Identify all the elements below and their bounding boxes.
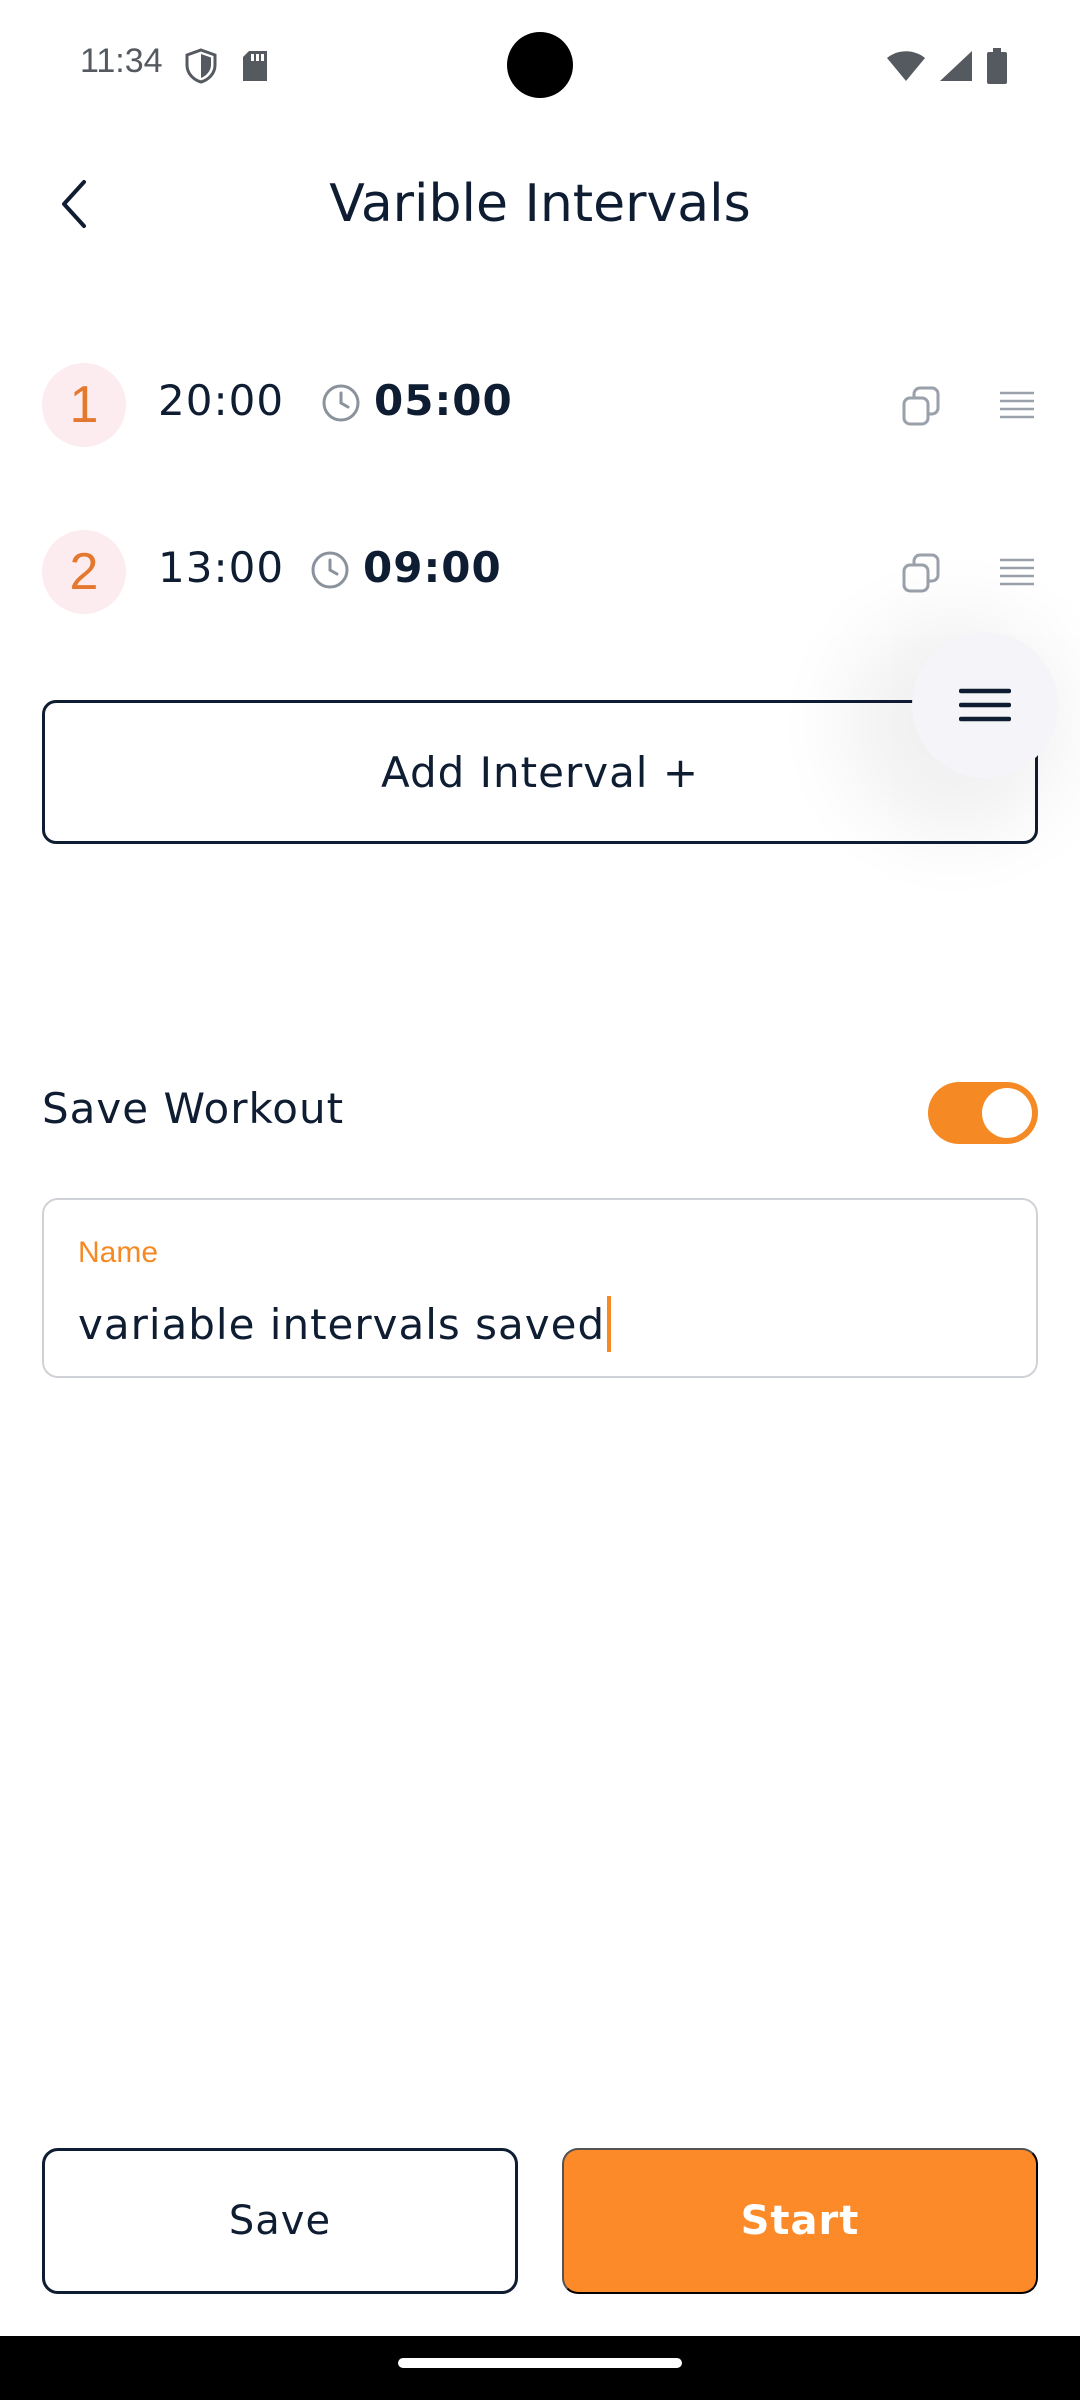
name-field-label: Name (78, 1236, 159, 1269)
status-time: 11:34 (80, 42, 163, 80)
clock-icon (322, 384, 360, 422)
menu-icon (959, 688, 1011, 722)
shield-icon (185, 48, 217, 84)
signal-icon (940, 51, 972, 81)
app-bar: Varible Intervals (0, 150, 1080, 260)
interval-row[interactable]: 2 13:00 09:00 (0, 517, 1080, 627)
drag-handle-icon[interactable] (998, 386, 1036, 424)
name-field[interactable]: Name variable intervals saved (42, 1198, 1038, 1378)
battery-icon (987, 48, 1007, 84)
navigation-bar (0, 2336, 1080, 2400)
sd-card-icon (243, 51, 267, 81)
clock-icon (311, 551, 349, 589)
interval-row[interactable]: 1 20:00 05:00 (0, 350, 1080, 460)
save-workout-toggle[interactable] (928, 1082, 1038, 1144)
status-right-icons (886, 48, 1008, 84)
add-interval-button[interactable]: Add Interval + (42, 700, 1038, 844)
drag-handle-icon[interactable] (998, 553, 1036, 591)
toggle-knob (982, 1088, 1032, 1138)
name-field-value[interactable]: variable intervals saved (78, 1300, 605, 1349)
camera-cutout (507, 32, 573, 98)
duplicate-icon[interactable] (900, 384, 944, 428)
interval-work-time[interactable]: 13:00 (158, 543, 284, 592)
interval-number: 1 (42, 363, 126, 447)
save-workout-label: Save Workout (42, 1084, 345, 1133)
name-field-value-wrap: variable intervals saved (78, 1296, 612, 1352)
start-button[interactable]: Start (562, 2148, 1038, 2294)
interval-rest-time[interactable]: 09:00 (363, 543, 502, 592)
text-caret (607, 1296, 612, 1352)
menu-fab-button[interactable] (912, 632, 1058, 778)
save-button[interactable]: Save (42, 2148, 518, 2294)
interval-work-time[interactable]: 20:00 (158, 376, 284, 425)
interval-rest-time[interactable]: 05:00 (374, 376, 513, 425)
interval-number: 2 (42, 530, 126, 614)
wifi-icon (887, 51, 925, 81)
duplicate-icon[interactable] (900, 551, 944, 595)
status-bar: 11:34 (0, 0, 1080, 130)
page-title: Varible Intervals (329, 174, 751, 234)
home-indicator[interactable] (398, 2358, 682, 2368)
status-left-icons (184, 48, 270, 84)
